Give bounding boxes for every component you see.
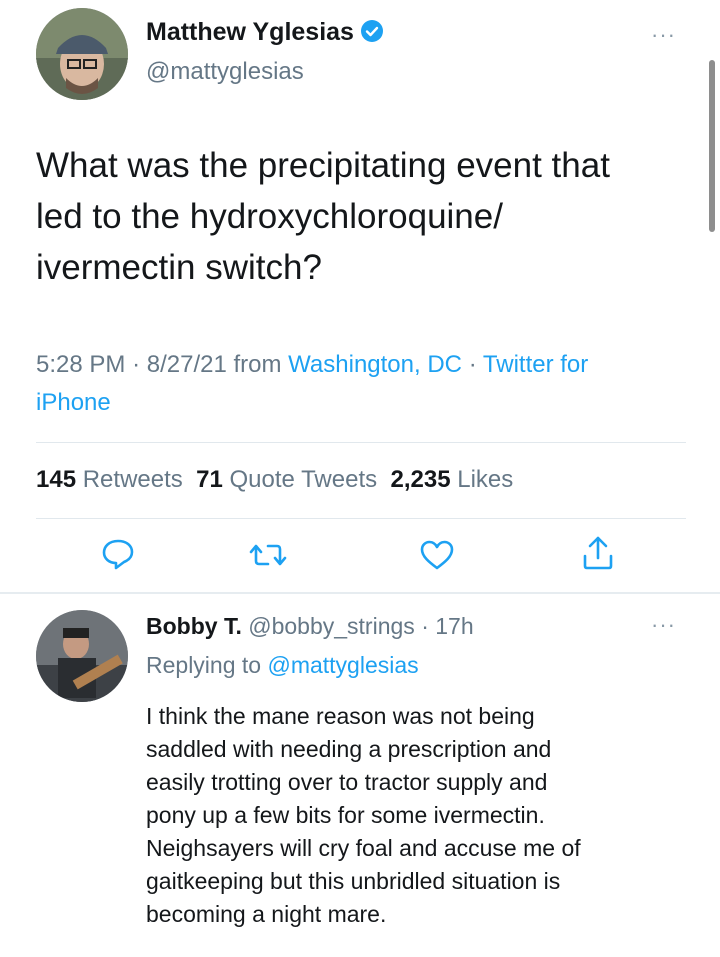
replying-to: Replying to @mattyglesias (146, 652, 419, 679)
replying-to-label: Replying to (146, 652, 262, 678)
replying-to-handle[interactable]: @mattyglesias (267, 652, 418, 678)
heart-icon[interactable] (417, 535, 457, 575)
reply-text-line: becoming a night mare. (146, 901, 387, 927)
tweet-client-link[interactable]: Twitter for (483, 351, 588, 378)
tweet-date: 8/27/21 (146, 351, 227, 378)
author-avatar[interactable] (36, 8, 128, 100)
divider (36, 518, 686, 519)
tweet-text-line: What was the precipitating event that (36, 146, 610, 185)
reply-text: I think the mane reason was not being sa… (146, 700, 706, 931)
tweet-time: 5:28 PM (36, 351, 126, 378)
author-name[interactable]: Matthew Yglesias (146, 18, 354, 46)
tweet-text-line: led to the hydroxychloroquine/ (36, 197, 503, 236)
verified-badge-icon (360, 20, 383, 42)
tweet-location-link[interactable]: Washington, DC (288, 351, 462, 378)
tweet-client-link-cont[interactable]: iPhone (36, 384, 696, 422)
reply-text-line: Neighsayers will cry foal and accuse me … (146, 835, 581, 861)
reply-text-line: easily trotting over to tractor supply a… (146, 769, 548, 795)
reply-author-avatar[interactable] (36, 610, 128, 702)
meta-separator: · (132, 351, 141, 378)
reply-author-handle[interactable]: @bobby_strings (248, 613, 415, 639)
retweet-icon[interactable] (248, 535, 288, 575)
author-handle[interactable]: @mattyglesias (146, 58, 304, 86)
reply-text-line: I think the mane reason was not being (146, 703, 535, 729)
reply-age: 17h (435, 613, 474, 639)
share-icon[interactable] (578, 533, 618, 573)
reply-icon[interactable] (98, 533, 138, 573)
from-label: from (233, 351, 282, 378)
reply-text-line: gaitkeeping but this unbridled situation… (146, 868, 561, 894)
likes-stat[interactable]: 2,235 Likes (390, 466, 513, 493)
more-options-icon[interactable]: ··· (651, 22, 676, 48)
section-separator (0, 592, 720, 594)
tweet-meta: 5:28 PM · 8/27/21 from Washington, DC · … (36, 346, 696, 422)
tweet-stats: 145 Retweets 71 Quote Tweets 2,235 Likes (36, 466, 513, 494)
retweets-stat[interactable]: 145 Retweets (36, 466, 183, 493)
reply-separator: · (421, 613, 429, 639)
reply-more-options-icon[interactable]: ··· (651, 612, 676, 638)
reply-author-name[interactable]: Bobby T. (146, 613, 242, 639)
meta-separator: · (468, 351, 477, 378)
tweet-text: What was the precipitating event that le… (36, 140, 696, 293)
divider (36, 442, 686, 443)
reply-text-line: pony up a few bits for some ivermectin. (146, 802, 545, 828)
tweet-text-line: ivermectin switch? (36, 248, 322, 287)
reply-text-line: saddled with needing a prescription and (146, 736, 552, 762)
quote-tweets-stat[interactable]: 71 Quote Tweets (196, 466, 377, 493)
scrollbar-thumb[interactable] (709, 60, 715, 232)
